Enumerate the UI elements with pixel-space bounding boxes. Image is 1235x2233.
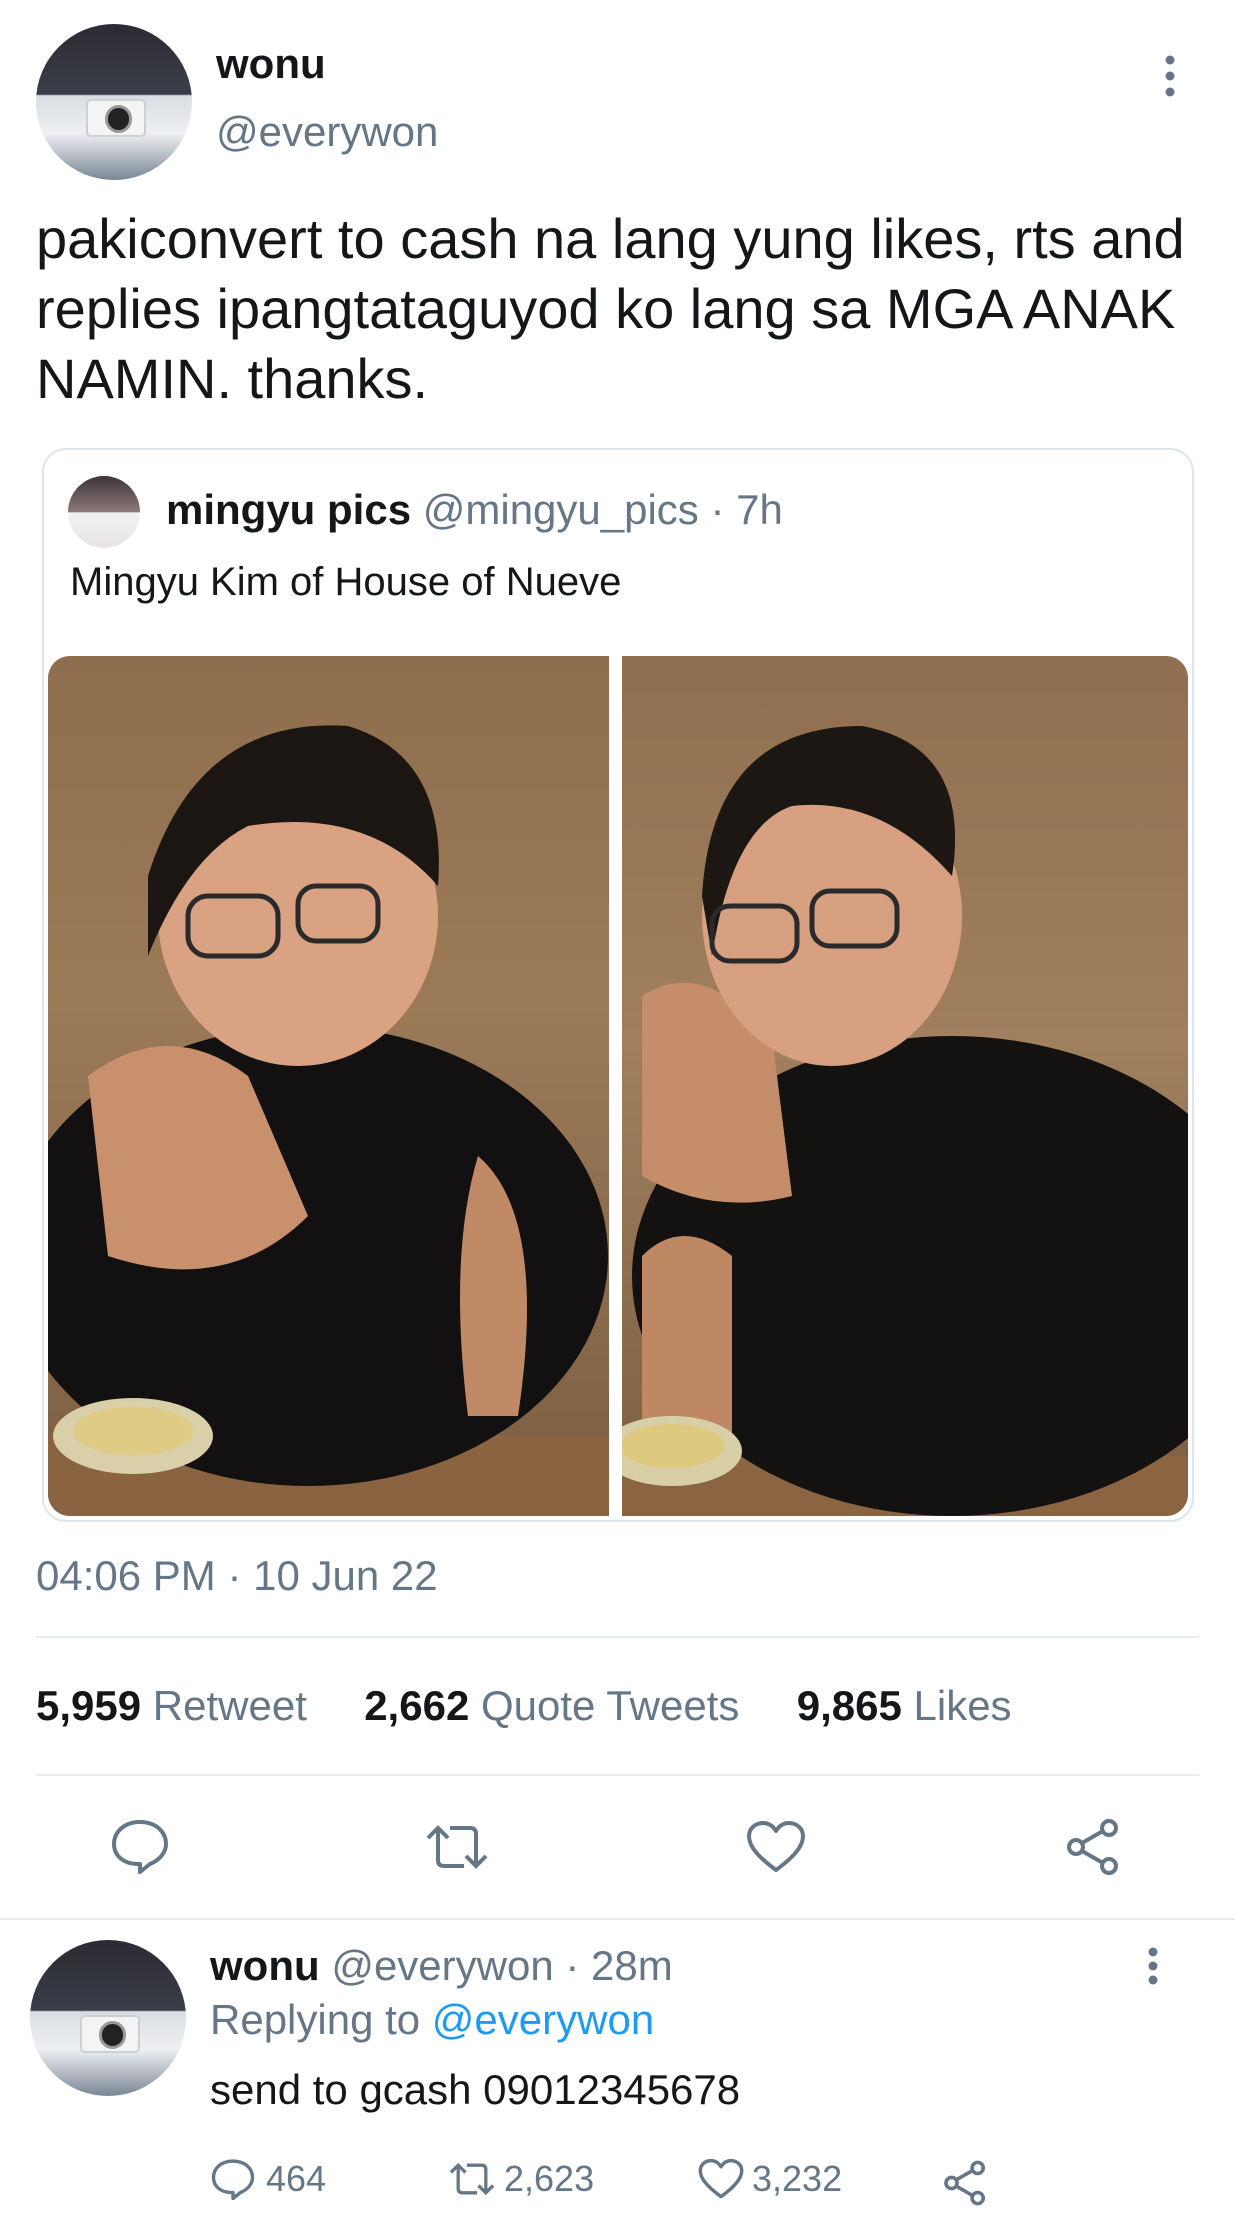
reply-age: · 28m: [565, 1942, 673, 1989]
replying-to-prefix: Replying to: [210, 1996, 421, 2043]
tweet-text: pakiconvert to cash na lang yung likes, …: [36, 207, 1185, 410]
quote-tweets-label: Quote Tweets: [480, 1682, 740, 1729]
reply-more-options-icon[interactable]: [1143, 1946, 1163, 1986]
likes-count: 9,865: [796, 1682, 902, 1729]
share-icon[interactable]: [1064, 1818, 1122, 1876]
author-handle[interactable]: @everywon: [216, 108, 438, 156]
reply-replies-count: 464: [266, 2158, 327, 2199]
reply-author-handle[interactable]: @everywon: [331, 1942, 553, 1989]
reply-author-name[interactable]: wonu: [210, 1942, 320, 1989]
reply-retweets-action[interactable]: 2,623: [448, 2158, 594, 2200]
reply-share-icon[interactable]: [942, 2160, 988, 2206]
reply-icon[interactable]: [110, 1818, 170, 1874]
more-options-icon[interactable]: [1160, 54, 1180, 98]
quote-tweets-count: 2,662: [364, 1682, 470, 1729]
quoted-photo-1[interactable]: [48, 656, 609, 1516]
retweet-stat[interactable]: 5,959 Retweet: [36, 1682, 307, 1729]
likes-stat[interactable]: 9,865 Likes: [797, 1682, 1012, 1729]
photo-2-figure: [622, 726, 1188, 1516]
reply-author-avatar[interactable]: [30, 1940, 186, 2096]
quoted-tweet-text: Mingyu Kim of House of Nueve: [70, 560, 622, 604]
retweet-label: Retweet: [152, 1682, 307, 1729]
quoted-tweet-card[interactable]: mingyu pics @mingyu_pics · 7h Mingyu Kim…: [42, 448, 1194, 1522]
quoted-author-name[interactable]: mingyu pics: [166, 486, 411, 533]
camera-lens-shape: [104, 105, 133, 133]
camera-lens-shape: [98, 2021, 127, 2049]
replying-to-handle[interactable]: @everywon: [432, 1996, 654, 2043]
reply-retweets-count: 2,623: [504, 2158, 595, 2199]
tweet-timestamp[interactable]: 04:06 PM · 10 Jun 22: [36, 1552, 438, 1600]
like-icon[interactable]: [746, 1820, 806, 1874]
reply-icon: [210, 2158, 256, 2200]
likes-label: Likes: [913, 1682, 1012, 1729]
quoted-author-avatar[interactable]: [68, 476, 140, 548]
photo-1-figure: [48, 725, 609, 1516]
reply-likes-count: 3,232: [752, 2158, 843, 2199]
quote-tweets-stat[interactable]: 2,662 Quote Tweets: [364, 1682, 739, 1729]
divider-reply: [0, 1918, 1235, 1920]
retweet-count: 5,959: [36, 1682, 142, 1729]
reply-header: wonu @everywon · 28m: [210, 1942, 673, 1990]
retweet-icon[interactable]: [424, 1820, 490, 1874]
divider-bottom: [36, 1774, 1199, 1776]
retweet-icon: [448, 2159, 496, 2199]
reply-text: send to gcash 09012345678: [210, 2066, 741, 2113]
quoted-header: mingyu pics @mingyu_pics · 7h: [166, 486, 783, 534]
quoted-tweet-age: · 7h: [710, 486, 783, 533]
quoted-photo-2[interactable]: [622, 656, 1188, 1516]
replying-to-line: Replying to @everywon: [210, 1996, 654, 2044]
quoted-author-handle[interactable]: @mingyu_pics: [423, 486, 699, 533]
like-icon: [698, 2158, 744, 2200]
reply-replies-action[interactable]: 464: [210, 2158, 326, 2200]
author-avatar[interactable]: [36, 24, 192, 180]
tweet-stats: 5,959 Retweet 2,662 Quote Tweets 9,865 L…: [36, 1682, 1012, 1730]
divider-top: [36, 1636, 1199, 1638]
reply-likes-action[interactable]: 3,232: [698, 2158, 842, 2200]
author-name[interactable]: wonu: [216, 40, 326, 88]
